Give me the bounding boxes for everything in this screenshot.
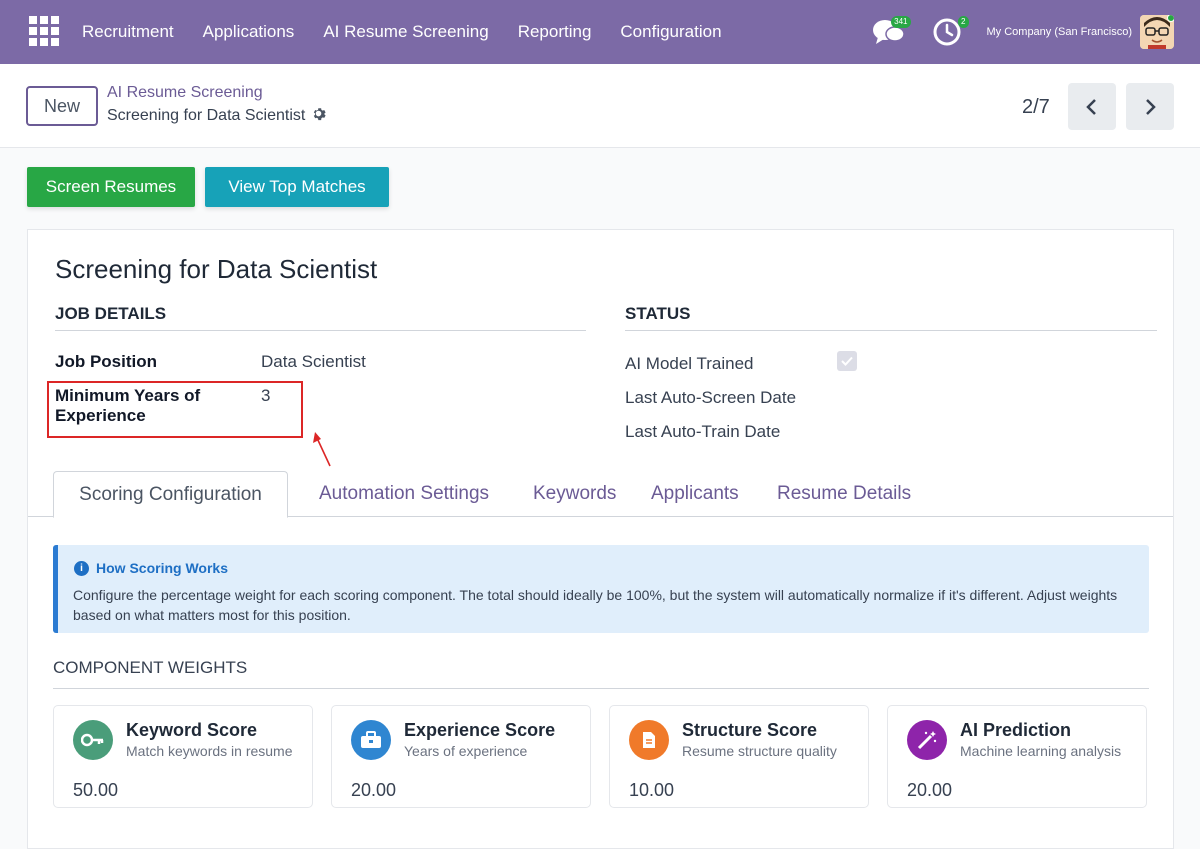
keyword-score-card: Keyword Score Match keywords in resume 5… [53,705,313,808]
chat-badge: 341 [891,16,911,28]
menu-configuration[interactable]: Configuration [620,22,721,42]
tab-automation-settings[interactable]: Automation Settings [319,471,489,517]
activity-badge: 2 [958,16,969,28]
apps-grid-icon[interactable] [29,16,59,46]
job-details-heading: JOB DETAILS [55,304,586,331]
checkmark-icon [841,356,853,366]
card-subtitle: Match keywords in resume [126,743,293,759]
magic-wand-icon [907,720,947,760]
alert-title-text: How Scoring Works [96,560,228,576]
ai-prediction-value[interactable]: 20.00 [907,780,952,801]
menu-applications[interactable]: Applications [203,22,295,42]
card-subtitle: Years of experience [404,743,528,759]
structure-score-card: Structure Score Resume structure quality… [609,705,869,808]
ai-model-trained-checkbox[interactable] [837,351,857,371]
experience-score-value[interactable]: 20.00 [351,780,396,801]
last-auto-screen-label: Last Auto-Screen Date [625,388,797,407]
breadcrumb-parent[interactable]: AI Resume Screening [107,84,263,102]
top-navbar: Recruitment Applications AI Resume Scree… [0,0,1200,64]
info-icon: i [74,560,89,576]
card-title: Experience Score [404,720,556,740]
main-menu: Recruitment Applications AI Resume Scree… [82,0,751,64]
alert-title: i How Scoring Works [74,560,228,576]
tab-applicants[interactable]: Applicants [651,471,739,517]
structure-score-value[interactable]: 10.00 [629,780,674,801]
alert-body: Configure the percentage weight for each… [73,587,1118,623]
company-switcher[interactable]: My Company (San Francisco) [987,26,1133,38]
new-button[interactable]: New [26,86,98,126]
info-alert: i How Scoring Works Configure the percen… [53,545,1149,633]
pager-value: 2/7 [1022,96,1050,118]
tab-keywords[interactable]: Keywords [533,471,616,517]
control-panel: New AI Resume Screening Screening for Da… [0,64,1200,148]
ai-prediction-card: AI Prediction Machine learning analysis … [887,705,1147,808]
pager-previous-button[interactable] [1068,83,1116,130]
notebook-tabs: Scoring Configuration Automation Setting… [28,471,1173,518]
job-position-value[interactable]: Data Scientist [261,352,366,372]
ai-model-trained-label: AI Model Trained [625,354,754,373]
record-title: Screening for Data Scientist [55,254,378,284]
view-top-matches-button[interactable]: View Top Matches [205,167,389,207]
tab-resume-details[interactable]: Resume Details [777,471,911,517]
status-heading: STATUS [625,304,1157,331]
keyword-score-value[interactable]: 50.00 [73,780,118,801]
menu-reporting[interactable]: Reporting [518,22,592,42]
key-icon [73,720,113,760]
chevron-left-icon [1086,98,1096,115]
form-sheet: Screening for Data Scientist JOB DETAILS… [27,229,1174,849]
screen-resumes-button[interactable]: Screen Resumes [27,167,195,207]
pager-next-button[interactable] [1126,83,1174,130]
last-auto-train-label: Last Auto-Train Date [625,422,781,441]
messages-button[interactable]: 341 [871,14,911,50]
document-icon [629,720,669,760]
component-weights-heading: COMPONENT WEIGHTS [53,658,1149,689]
online-status-dot [1167,15,1174,22]
gear-icon[interactable] [311,106,326,126]
highlight-annotation-box [47,381,303,438]
annotation-arrow-icon [313,432,331,467]
card-title: AI Prediction [960,720,1072,740]
card-subtitle: Machine learning analysis [960,743,1122,759]
activities-button[interactable]: 2 [929,14,969,50]
job-position-label: Job Position [55,352,157,371]
clock-icon [933,18,960,46]
card-title: Keyword Score [126,720,258,740]
breadcrumb-current: Screening for Data Scientist [107,106,326,126]
card-title: Structure Score [682,720,818,740]
user-avatar[interactable] [1140,15,1174,49]
chevron-right-icon [1146,98,1156,115]
breadcrumb-current-label: Screening for Data Scientist [107,107,306,124]
briefcase-icon [351,720,391,760]
experience-score-card: Experience Score Years of experience 20.… [331,705,591,808]
tab-scoring-configuration[interactable]: Scoring Configuration [53,471,288,518]
menu-recruitment[interactable]: Recruitment [82,22,174,42]
menu-ai-resume-screening[interactable]: AI Resume Screening [323,22,488,42]
card-subtitle: Resume structure quality [682,743,837,759]
